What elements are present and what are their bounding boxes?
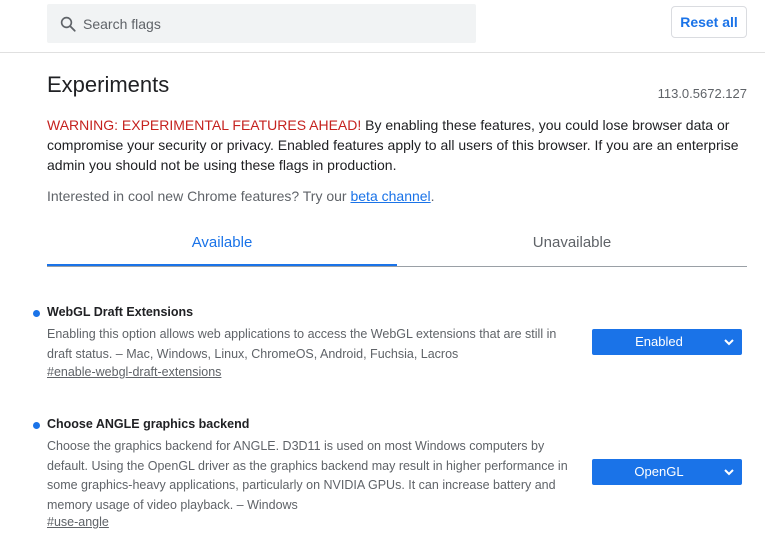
- page-title: Experiments: [47, 72, 170, 97]
- chevron-down-icon: [724, 339, 734, 346]
- experiment-state-value: Enabled: [635, 334, 683, 349]
- top-bar: Reset all: [0, 0, 765, 53]
- version-label: 113.0.5672.127: [657, 86, 747, 101]
- modified-indicator-dot: [33, 310, 40, 317]
- beta-promo: Interested in cool new Chrome features? …: [47, 188, 435, 204]
- experiment-state-value: OpenGL: [634, 464, 684, 479]
- experiment-description: Enabling this option allows web applicat…: [47, 327, 557, 361]
- search-box[interactable]: [47, 4, 476, 43]
- warning-message: WARNING: EXPERIMENTAL FEATURES AHEAD! By…: [47, 115, 747, 175]
- tab-available[interactable]: Available: [47, 224, 397, 266]
- search-icon: [60, 16, 76, 32]
- experiment-name: WebGL Draft Extensions: [47, 305, 194, 319]
- experiment-permalink[interactable]: #use-angle: [47, 515, 109, 529]
- search-input[interactable]: [83, 4, 463, 43]
- reset-all-button[interactable]: Reset all: [671, 6, 747, 38]
- beta-channel-link[interactable]: beta channel: [350, 188, 430, 204]
- experiment-permalink[interactable]: #enable-webgl-draft-extensions: [47, 365, 221, 379]
- experiment-name: Choose ANGLE graphics backend: [47, 417, 250, 431]
- experiment-item: Choose ANGLE graphics backend Choose the…: [33, 417, 748, 537]
- experiment-state-select[interactable]: Enabled: [592, 329, 742, 355]
- experiment-state-select[interactable]: OpenGL: [592, 459, 742, 485]
- experiment-description: Choose the graphics backend for ANGLE. D…: [47, 439, 568, 512]
- tab-unavailable[interactable]: Unavailable: [397, 224, 747, 266]
- beta-promo-text: Interested in cool new Chrome features? …: [47, 188, 351, 204]
- modified-indicator-dot: [33, 422, 40, 429]
- beta-promo-suffix: .: [430, 188, 435, 204]
- experiment-item: WebGL Draft Extensions Enabling this opt…: [33, 305, 748, 385]
- tab-bar: Available Unavailable: [47, 224, 747, 267]
- chevron-down-icon: [724, 469, 734, 476]
- warning-emphasis: WARNING: EXPERIMENTAL FEATURES AHEAD!: [47, 117, 362, 133]
